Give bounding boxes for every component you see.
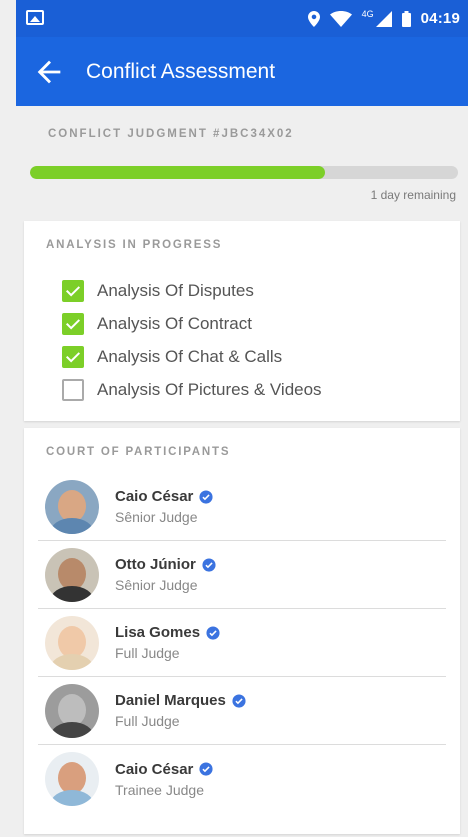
check-icon [65,318,81,330]
network-type: 4G [361,8,374,19]
back-button[interactable] [32,55,66,89]
checkbox[interactable] [62,279,84,302]
analysis-checklist: Analysis Of Disputes Analysis Of Contrac… [62,274,322,406]
wifi-icon [329,10,352,27]
verified-badge-icon [199,762,213,776]
participant-name: Otto Júnior [115,556,196,573]
page-title: Conflict Assessment [86,60,276,83]
clock: 04:19 [420,10,460,27]
analysis-item-label: Analysis Of Contract [97,313,252,333]
participant-name: Caio César [115,488,194,505]
signal-icon [375,10,392,27]
check-icon [65,351,81,363]
checkbox[interactable] [62,312,84,335]
analysis-item[interactable]: Analysis Of Disputes [62,274,322,307]
avatar [45,683,99,738]
participant-row[interactable]: Daniel Marques Full Judge [38,677,446,745]
image-notification-icon [26,10,44,25]
status-bar: 4G 04:19 [16,0,468,37]
participants-list: Caio César Sênior Judge Otto Júnior Sêni… [38,473,446,813]
participant-row[interactable]: Lisa Gomes Full Judge [38,609,446,677]
participant-row[interactable]: Caio César Trainee Judge [38,745,446,813]
participant-role: Full Judge [115,645,180,661]
analysis-item[interactable]: Analysis Of Pictures & Videos [62,373,322,406]
checkbox[interactable] [62,345,84,368]
check-icon [65,285,81,297]
participant-role: Sênior Judge [115,509,198,525]
checkbox[interactable] [62,378,84,401]
arrow-left-icon [37,60,61,84]
participant-role: Trainee Judge [115,781,204,798]
court-card: COURT OF PARTICIPANTS Caio César Sênior … [24,428,460,834]
avatar [45,752,99,806]
progress-fill [30,166,326,179]
battery-icon [401,10,411,27]
main-content: CONFLICT JUDGMENT #JBC34X02 1 day remain… [16,106,468,837]
participant-role: Full Judge [115,713,180,729]
participant-row[interactable]: Caio César Sênior Judge [38,473,446,541]
analysis-item[interactable]: Analysis Of Chat & Calls [62,340,322,373]
analysis-item-label: Analysis Of Disputes [97,280,254,300]
analysis-card: ANALYSIS IN PROGRESS Analysis Of Dispute… [24,221,460,421]
analysis-item-label: Analysis Of Chat & Calls [97,346,283,366]
participant-row[interactable]: Otto Júnior Sênior Judge [38,541,446,609]
court-title: COURT OF PARTICIPANTS [46,446,231,458]
avatar [45,479,99,534]
verified-badge-icon [202,557,216,572]
judgment-id-label: CONFLICT JUDGMENT #JBC34X02 [48,128,294,140]
participant-name: Daniel Marques [115,692,226,709]
avatar [45,547,99,602]
verified-badge-icon [199,489,213,504]
app-bar: Conflict Assessment [16,37,468,106]
participant-name: Lisa Gomes [115,624,201,641]
analysis-item-label: Analysis Of Pictures & Videos [97,379,322,399]
participant-role: Sênior Judge [115,577,198,593]
analysis-title: ANALYSIS IN PROGRESS [46,239,223,251]
judgment-progress-bar [30,166,458,179]
status-icons: 4G 04:19 [307,0,460,37]
remaining-time: 1 day remaining [370,188,456,202]
participant-name: Caio César [115,760,194,778]
location-icon [307,10,320,27]
verified-badge-icon [232,693,246,708]
analysis-item[interactable]: Analysis Of Contract [62,307,322,340]
verified-badge-icon [206,625,220,640]
avatar [45,615,99,670]
